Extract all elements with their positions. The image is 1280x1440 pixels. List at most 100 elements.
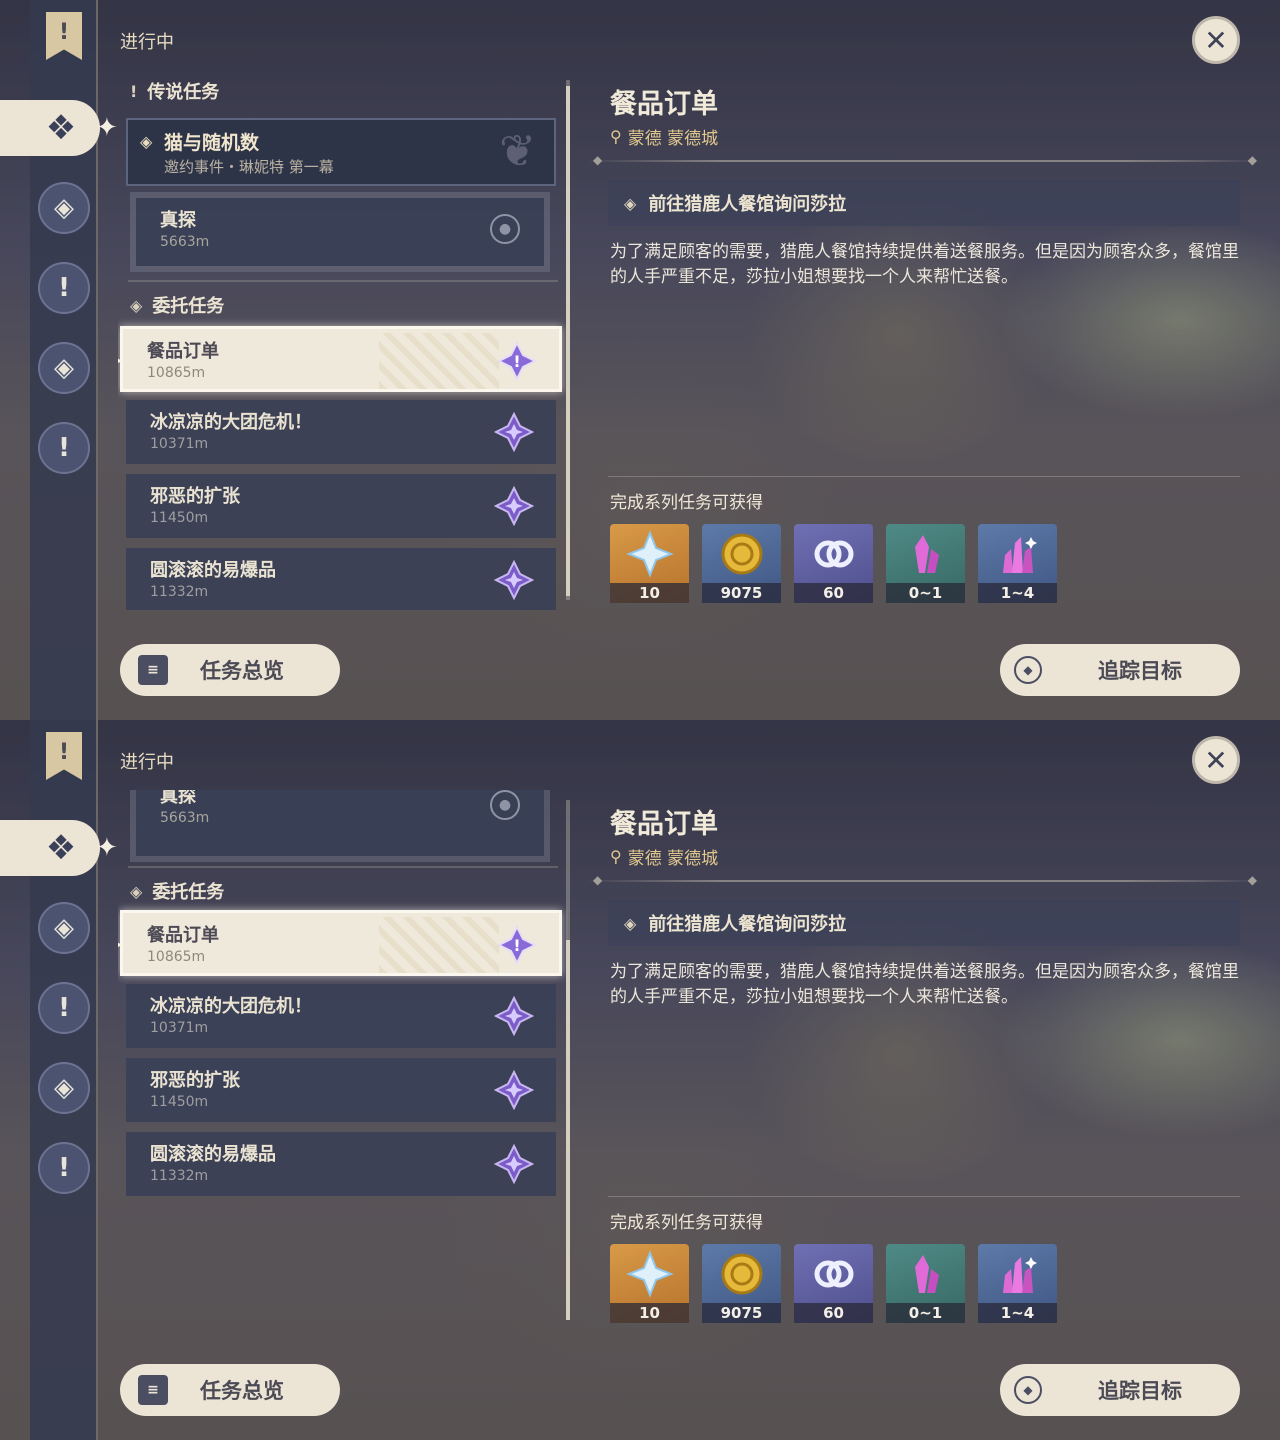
primogem-icon xyxy=(610,524,689,583)
quest-overview-button[interactable]: ≡ 任务总览 xyxy=(120,1364,340,1416)
quest-description: 为了满足顾客的需要，猎鹿人餐馆持续提供着送餐服务。但是因为顾客众多，餐馆里的人手… xyxy=(610,242,1239,287)
location-pin-icon[interactable]: ● xyxy=(490,214,520,244)
reward-item[interactable]: 1~4 xyxy=(978,524,1057,603)
task-item[interactable]: 圆滚滚的易爆品 11332m xyxy=(126,548,556,610)
track-target-button[interactable]: ◆ 追踪目标 xyxy=(1000,644,1240,696)
quest-overview-button[interactable]: ≡ 任务总览 xyxy=(120,644,340,696)
commission-star-icon xyxy=(494,1070,534,1110)
quest-list[interactable]: 真探 5663m ● ◈ 委托任务 ▶ 餐品订单 10865m ! 冰凉凉的大团… xyxy=(118,790,568,1330)
section-title: 进行中 xyxy=(120,752,174,773)
sub-quest-distance: 5663m xyxy=(160,810,210,826)
category-commission: ◈ 委托任务 xyxy=(130,292,224,318)
task-distance: 10371m xyxy=(150,436,209,452)
objective-icon: ◈ xyxy=(624,913,637,933)
task-item-selected[interactable]: ▶ 餐品订单 10865m ! xyxy=(118,910,562,976)
adventure-exp-icon xyxy=(794,524,873,583)
rail-tab-commission[interactable]: ❖ xyxy=(0,100,100,156)
detail-location: ⚲ 蒙德 蒙德城 xyxy=(610,124,718,149)
objective-bar: ◈ 前往猎鹿人餐馆询问莎拉 xyxy=(608,180,1240,226)
reward-list: 10 9075 60 0~1 1~4 xyxy=(610,524,1057,603)
legend-quest-subtitle: 邀约事件・琳妮特 第一幕 xyxy=(164,158,334,176)
reward-item[interactable]: 10 xyxy=(610,524,689,603)
detail-title: 餐品订单 xyxy=(610,89,718,120)
commission-icon: ❖ xyxy=(45,108,77,148)
reward-item[interactable]: 60 xyxy=(794,1244,873,1323)
task-title: 邪恶的扩张 xyxy=(150,1070,240,1091)
task-title: 圆滚滚的易爆品 xyxy=(150,1144,276,1165)
reward-item[interactable]: 1~4 xyxy=(978,1244,1057,1323)
task-distance: 10371m xyxy=(150,1020,209,1036)
task-title: 冰凉凉的大团危机！ xyxy=(150,412,312,433)
task-item[interactable]: 冰凉凉的大团危机！ 10371m xyxy=(126,400,556,464)
sub-quest-wrap: 真探 5663m ● xyxy=(130,790,550,862)
rail-tab-world[interactable]: ! xyxy=(38,262,90,314)
rail-tab-event[interactable]: ◈ xyxy=(38,342,90,394)
rail-tab-archon[interactable]: ! xyxy=(38,422,90,474)
sub-quest-title: 真探 xyxy=(160,790,196,807)
overview-icon: ≡ xyxy=(138,655,168,685)
svg-text:!: ! xyxy=(513,352,520,371)
rail-tab-event[interactable]: ◈ xyxy=(38,1062,90,1114)
list-scrollbar[interactable] xyxy=(566,800,570,1320)
track-icon: ◆ xyxy=(1014,656,1042,684)
location-pin-icon[interactable]: ● xyxy=(490,790,520,820)
reward-item[interactable]: 60 xyxy=(794,524,873,603)
category-legend: ! 传说任务 xyxy=(130,78,219,104)
reward-count: 9075 xyxy=(702,1303,781,1323)
close-button[interactable]: ✕ xyxy=(1192,736,1240,784)
task-item[interactable]: 冰凉凉的大团危机！ 10371m xyxy=(126,984,556,1048)
reward-item[interactable]: 0~1 xyxy=(886,524,965,603)
category-label: 委托任务 xyxy=(152,882,225,903)
reward-count: 60 xyxy=(794,1303,873,1323)
legend-quest-icon: ◈ xyxy=(54,913,74,943)
track-target-button[interactable]: ◆ 追踪目标 xyxy=(1000,1364,1240,1416)
reward-item[interactable]: 10 xyxy=(610,1244,689,1323)
divider xyxy=(128,280,558,282)
task-item[interactable]: 邪恶的扩张 11450m xyxy=(126,474,556,538)
task-item-selected[interactable]: ▶ 餐品订单 10865m ! xyxy=(118,326,562,392)
rail-tab-world[interactable]: ! xyxy=(38,982,90,1034)
objective-bar: ◈ 前往猎鹿人餐馆询问莎拉 xyxy=(608,900,1240,946)
reward-count: 9075 xyxy=(702,583,781,603)
reward-item[interactable]: 9075 xyxy=(702,1244,781,1323)
sub-quest-card[interactable]: 真探 5663m ● xyxy=(136,790,544,856)
world-quest-icon: ! xyxy=(58,993,70,1023)
scroll-thumb[interactable] xyxy=(566,86,570,596)
list-scrollbar[interactable] xyxy=(566,80,570,600)
scroll-thumb[interactable] xyxy=(566,940,570,1320)
task-title: 餐品订单 xyxy=(147,925,219,946)
reward-label: 完成系列任务可获得 xyxy=(610,493,763,513)
track-label: 追踪目标 xyxy=(1098,659,1182,683)
rail-tab-legend[interactable]: ◈ xyxy=(38,182,90,234)
task-item[interactable]: 邪恶的扩张 11450m xyxy=(126,1058,556,1122)
quest-list[interactable]: ! 传说任务 ◈ 猫与随机数 邀约事件・琳妮特 第一幕 ❦ 真探 5663m ●… xyxy=(118,70,568,610)
location-text: 蒙德 蒙德城 xyxy=(627,849,719,869)
rail-tab-commission[interactable]: ❖ xyxy=(0,820,100,876)
sub-quest-card[interactable]: 真探 5663m ● xyxy=(136,198,544,266)
detail-location: ⚲ 蒙德 蒙德城 xyxy=(610,844,718,869)
task-distance: 11450m xyxy=(150,1094,209,1110)
section-title: 进行中 xyxy=(120,32,174,53)
sub-quest-distance: 5663m xyxy=(160,234,210,250)
reward-item[interactable]: 9075 xyxy=(702,524,781,603)
svg-text:!: ! xyxy=(513,936,520,955)
adventure-exp-icon xyxy=(794,1244,873,1303)
ornament-divider: ◆ ◆ xyxy=(585,873,1265,887)
archon-quest-icon: ! xyxy=(58,433,70,463)
task-item[interactable]: 圆滚滚的易爆品 11332m xyxy=(126,1132,556,1196)
commission-star-icon: ! xyxy=(497,341,537,381)
rail-tab-archon[interactable]: ! xyxy=(38,1142,90,1194)
commission-icon: ❖ xyxy=(45,828,77,868)
close-icon: ✕ xyxy=(1204,23,1228,57)
reward-count: 1~4 xyxy=(978,1303,1057,1323)
objective-icon: ◈ xyxy=(624,193,637,213)
sub-quest-wrap: 真探 5663m ● xyxy=(130,192,550,272)
event-quest-icon: ◈ xyxy=(54,1073,74,1103)
character-emblem-icon: ❦ xyxy=(499,126,536,177)
rail-tab-legend[interactable]: ◈ xyxy=(38,902,90,954)
legend-quest-card[interactable]: ◈ 猫与随机数 邀约事件・琳妮特 第一幕 ❦ xyxy=(126,118,556,186)
close-button[interactable]: ✕ xyxy=(1192,16,1240,64)
task-distance: 10865m xyxy=(147,949,206,965)
overview-icon: ≡ xyxy=(138,1375,168,1405)
reward-item[interactable]: 0~1 xyxy=(886,1244,965,1323)
